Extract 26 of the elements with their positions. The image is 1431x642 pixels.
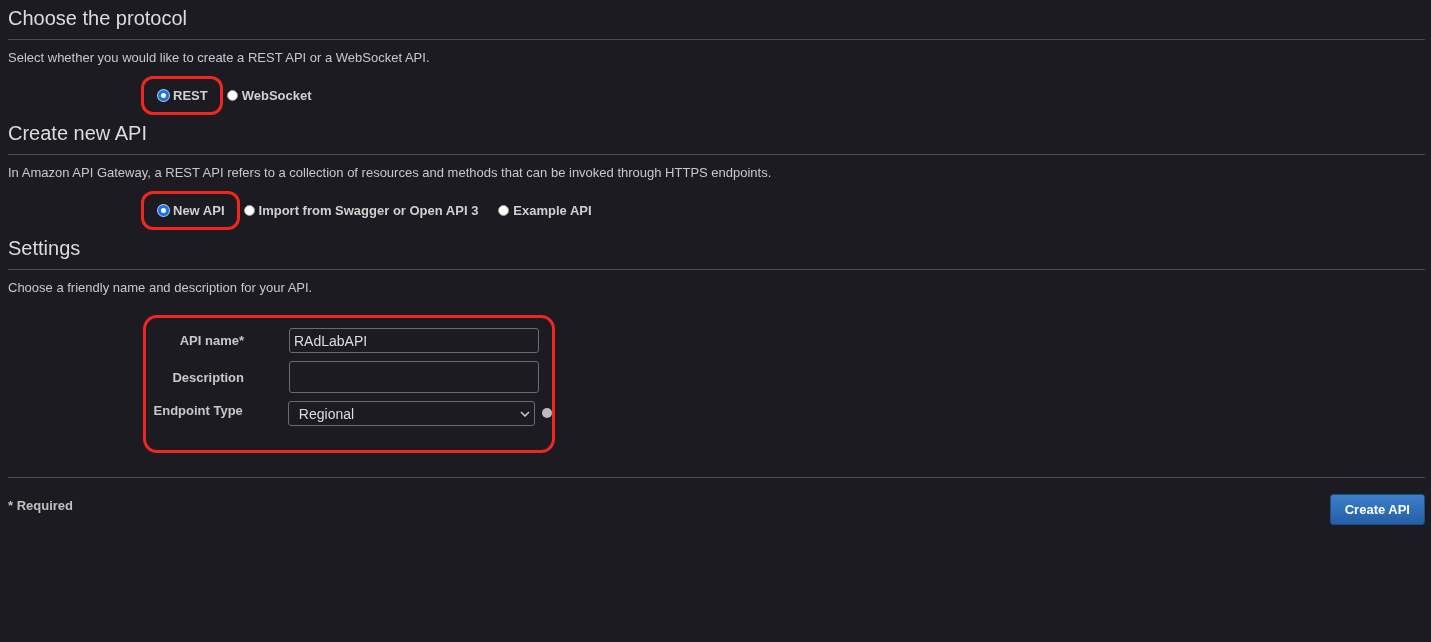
section-heading: Create new API: [8, 121, 148, 146]
section-heading: Choose the protocol: [8, 6, 188, 31]
section-description: Select whether you would like to create a REST API or a WebSocket API.: [8, 49, 431, 67]
radio-button[interactable]: [498, 204, 510, 216]
chevron-down-icon: [520, 410, 531, 417]
radio-label[interactable]: New API: [173, 202, 225, 218]
dropdown[interactable]: Regional: [287, 401, 536, 426]
create-api-button[interactable]: Create API: [1329, 494, 1425, 525]
required-note: * Required: [8, 498, 73, 513]
radio-button[interactable]: [226, 89, 238, 101]
radio-button[interactable]: [158, 89, 169, 101]
field-label: Description: [171, 369, 244, 385]
section-description: Choose a friendly name and description for your API.: [8, 279, 314, 297]
field-label: Endpoint Type: [152, 403, 243, 418]
section-description: In Amazon API Gateway, a REST API refers to a collection of resources and methods that can be invoked through HTTPS endpoints.: [8, 164, 773, 182]
description-field[interactable]: [289, 361, 539, 393]
info-icon[interactable]: [542, 408, 552, 418]
radio-button[interactable]: [243, 204, 255, 216]
radio-button[interactable]: [158, 204, 169, 216]
section-heading: Settings: [8, 236, 82, 261]
radio-label[interactable]: WebSocket: [241, 87, 312, 103]
radio-label[interactable]: Import from Swagger or Open API 3: [258, 202, 479, 218]
radio-label[interactable]: Example API: [513, 202, 592, 218]
field-label: API name*: [178, 333, 244, 348]
input-field[interactable]: RAdLabAPI: [289, 328, 539, 353]
radio-label[interactable]: REST: [173, 87, 208, 103]
